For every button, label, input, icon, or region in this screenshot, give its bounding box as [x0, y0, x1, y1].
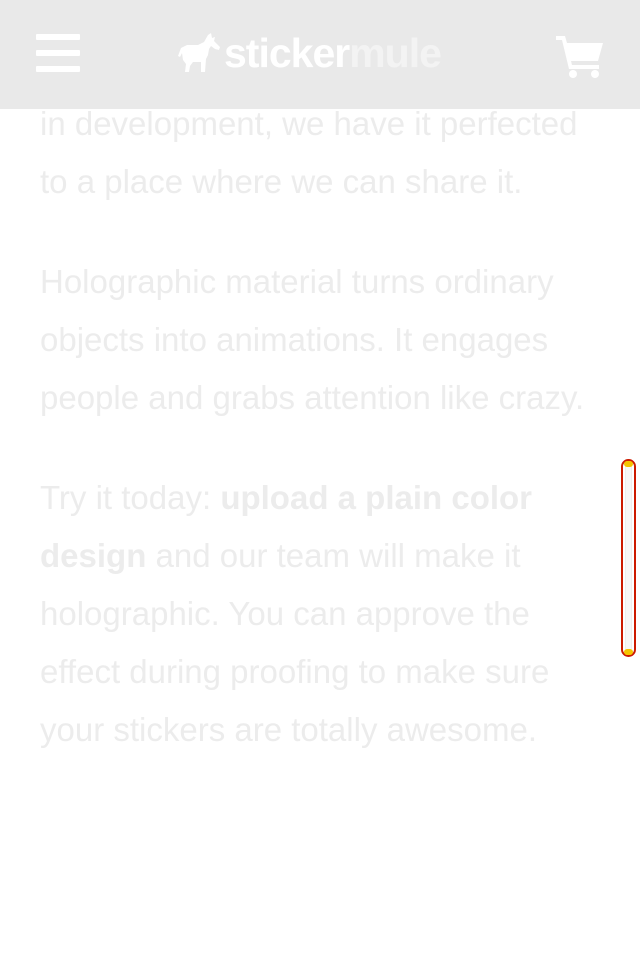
paragraph-try-it: Try it today: upload a plain color desig…: [40, 469, 600, 759]
page-scrollbar[interactable]: [621, 459, 636, 657]
article-body: in development, we have it perfected to …: [40, 95, 600, 801]
paragraph-intro: in development, we have it perfected to …: [40, 105, 578, 200]
try-it-lead: Try it today:: [40, 479, 221, 516]
logo-word-sticker: sticker: [224, 29, 350, 76]
shopping-cart-icon: [556, 36, 603, 78]
site-header: stickermule: [0, 0, 640, 109]
paragraph-holographic: Holographic material turns ordinary obje…: [40, 263, 585, 416]
logo-wordmark: stickermule: [224, 29, 442, 76]
page: stickermule in development, we have it p…: [0, 0, 640, 959]
scrollbar-cap-bottom: [624, 649, 633, 655]
logo-word-mule: mule: [349, 29, 442, 76]
cart-button[interactable]: [556, 34, 604, 78]
menu-button[interactable]: [36, 32, 82, 74]
scrollbar-thumb[interactable]: [625, 467, 632, 649]
site-logo[interactable]: stickermule: [178, 29, 442, 76]
mule-silhouette-icon: [178, 33, 220, 72]
